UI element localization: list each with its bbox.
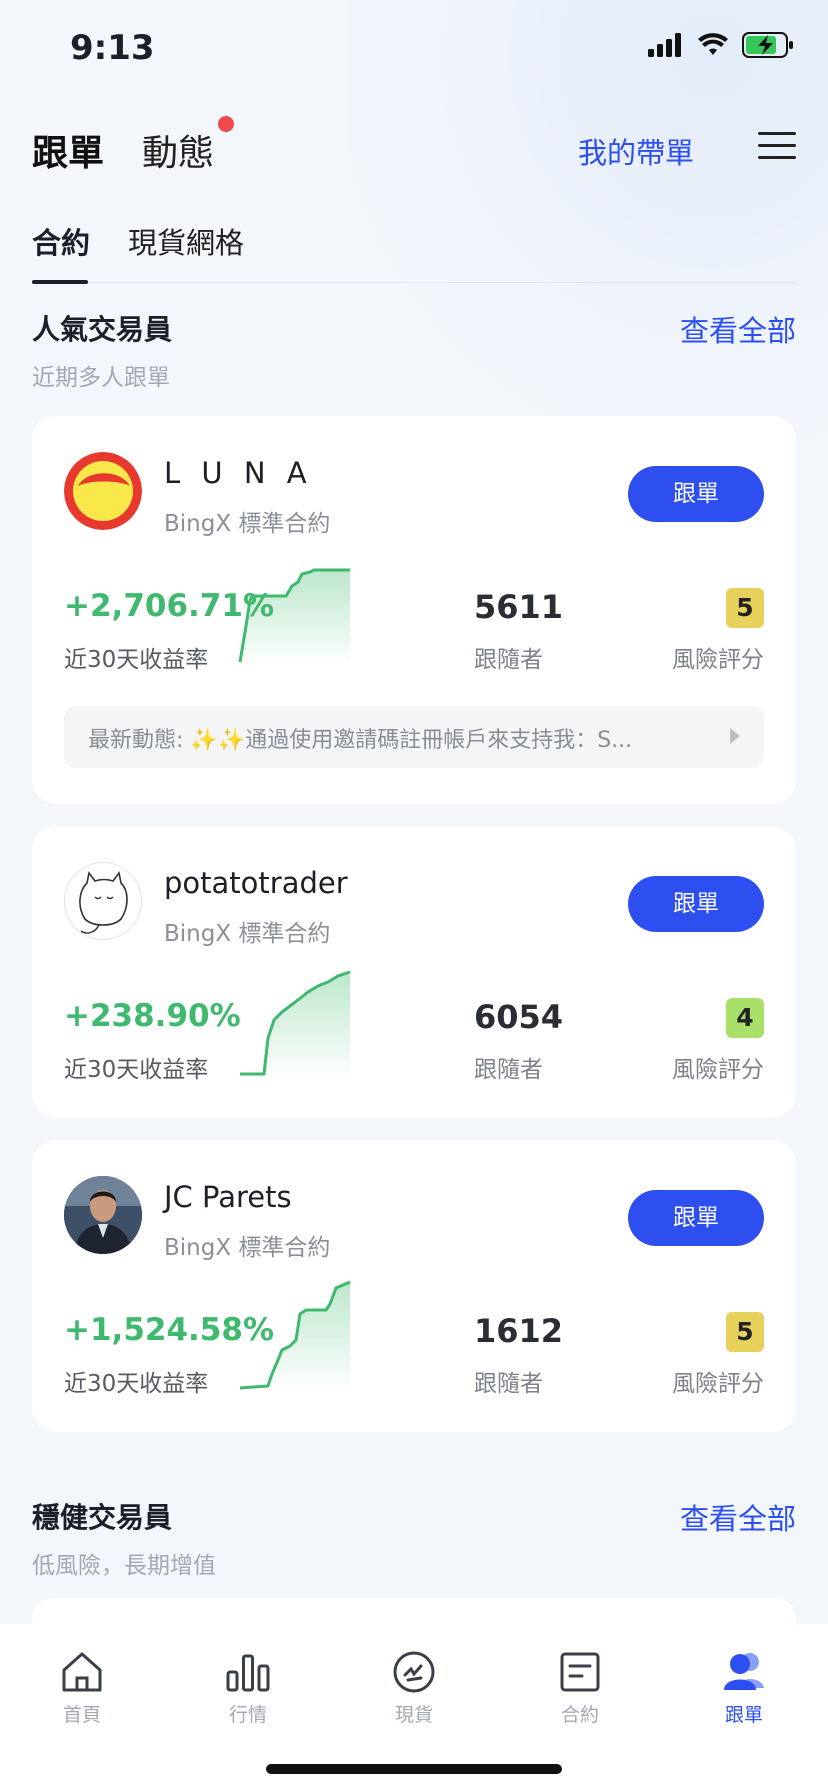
steady-section-header: 穩健交易員 低風險，長期增值 查看全部: [32, 1496, 796, 1580]
luna-logo-icon: [64, 452, 142, 530]
tab-label: 跟單: [724, 1704, 763, 1726]
section-subtitle: 低風險，長期增值: [32, 1553, 216, 1579]
risk-score-badge: 4: [726, 998, 764, 1038]
active-tab-underline: [32, 280, 88, 284]
trader-contract-type: BingX 標準合約: [164, 511, 331, 537]
roi-label: 近30天收益率: [64, 647, 209, 673]
roi-label: 近30天收益率: [64, 1057, 209, 1083]
risk-score-label: 風險評分: [672, 647, 764, 673]
spot-icon: [393, 1651, 435, 1693]
latest-update-text: 最新動態: ✨✨通過使用邀請碼註冊帳戶來支持我：S...: [88, 728, 633, 753]
status-icons: [648, 32, 794, 58]
status-bar: 9:13: [0, 0, 828, 100]
roi-value: +238.90%: [64, 998, 241, 1034]
person-photo-avatar-icon: [64, 1176, 142, 1254]
view-all-link[interactable]: 查看全部: [680, 308, 796, 350]
menu-icon[interactable]: [758, 130, 796, 162]
cellular-signal-icon: [648, 33, 681, 57]
tab-contract[interactable]: 合約: [520, 1648, 640, 1727]
tab-copy-trade[interactable]: 跟單: [684, 1648, 804, 1727]
risk-score-label: 風險評分: [672, 1057, 764, 1083]
copy-trade-icon: [724, 1653, 764, 1690]
tab-label: 首頁: [62, 1704, 101, 1726]
cat-sketch-avatar-icon: [64, 862, 142, 940]
status-time: 9:13: [70, 28, 155, 68]
tab-label: 合約: [560, 1704, 599, 1726]
nav-tab-copy-trading[interactable]: 跟單: [32, 124, 104, 176]
tab-spot[interactable]: 現貨: [354, 1648, 474, 1727]
home-indicator: [266, 1764, 562, 1774]
risk-score-badge: 5: [726, 588, 764, 628]
trader-name: JC Parets: [164, 1180, 292, 1214]
risk-score-badge: 5: [726, 1312, 764, 1352]
follow-button[interactable]: 跟單: [628, 466, 764, 522]
notification-dot: [218, 116, 234, 132]
trader-card[interactable]: JC Parets BingX 標準合約 跟單 +1,524.58% 近30天收…: [32, 1140, 796, 1432]
sub-tab-contract[interactable]: 合約: [32, 220, 90, 262]
contract-icon: [560, 1652, 600, 1692]
wifi-icon: [698, 33, 728, 55]
latest-update-bar[interactable]: 最新動態: ✨✨通過使用邀請碼註冊帳戶來支持我：S...: [64, 706, 764, 768]
popular-section-header: 人氣交易員 近期多人跟單 查看全部: [32, 308, 796, 392]
bar-chart-icon: [226, 1654, 270, 1692]
trader-card[interactable]: potatotrader BingX 標準合約 跟單 +238.90% 近30天…: [32, 826, 796, 1118]
follow-button[interactable]: 跟單: [628, 876, 764, 932]
trader-name: potatotrader: [164, 866, 348, 900]
roi-label: 近30天收益率: [64, 1371, 209, 1397]
followers-label: 跟隨者: [474, 1371, 543, 1397]
tab-label: 現貨: [394, 1704, 433, 1726]
top-nav: 跟單 動態 我的帶單: [0, 118, 828, 188]
view-all-link[interactable]: 查看全部: [680, 1496, 796, 1538]
tab-label: 行情: [228, 1704, 267, 1726]
tab-home[interactable]: 首頁: [22, 1648, 142, 1727]
sub-tab-spot-grid[interactable]: 現貨網格: [128, 220, 244, 262]
roi-sparkline: [240, 970, 351, 1078]
followers-label: 跟隨者: [474, 1057, 543, 1083]
followers-label: 跟隨者: [474, 647, 543, 673]
home-icon: [62, 1652, 102, 1692]
followers-count: 6054: [474, 998, 564, 1036]
trader-name: L U N A: [164, 456, 313, 490]
follow-button[interactable]: 跟單: [628, 1190, 764, 1246]
chevron-right-icon: [730, 728, 740, 744]
followers-count: 5611: [474, 588, 564, 626]
roi-sparkline: [238, 568, 350, 666]
followers-count: 1612: [474, 1312, 564, 1350]
roi-sparkline: [239, 1280, 351, 1390]
trader-card[interactable]: L U N A BingX 標準合約 跟單 +2,706.71% 近30天收益率…: [32, 416, 796, 804]
risk-score-label: 風險評分: [672, 1371, 764, 1397]
battery-charging-icon: [742, 32, 793, 58]
sub-tabs: 合約 現貨網格: [32, 220, 796, 284]
trader-contract-type: BingX 標準合約: [164, 1235, 331, 1261]
section-subtitle: 近期多人跟單: [32, 365, 170, 391]
trader-contract-type: BingX 標準合約: [164, 921, 331, 947]
my-lead-trades-link[interactable]: 我的帶單: [578, 130, 694, 172]
nav-tab-feed[interactable]: 動態: [142, 124, 214, 176]
tab-markets[interactable]: 行情: [188, 1648, 308, 1727]
